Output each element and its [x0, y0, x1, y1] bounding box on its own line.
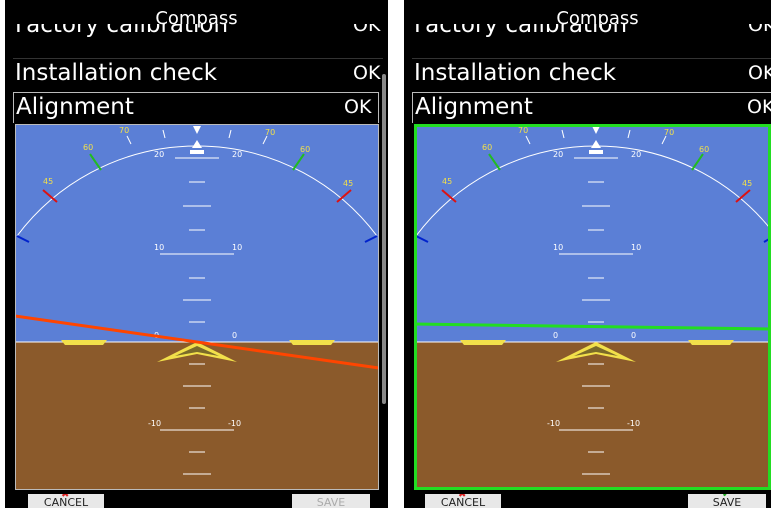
cancel-x-icon: ✖ — [61, 494, 70, 500]
bank-label-70: 70 — [119, 126, 129, 135]
row-status: OK — [344, 96, 372, 118]
bank-label-60: 60 — [699, 145, 709, 154]
screen-left: Compass Factory calibration OK Installat… — [5, 0, 388, 508]
row-status: OK — [748, 24, 771, 36]
bank-label-60: 60 — [83, 143, 93, 152]
pitch-label-10: 10 — [553, 243, 563, 252]
pitch-label-10: 10 — [154, 243, 164, 252]
sky — [414, 124, 771, 342]
menu-row-factory-calibration[interactable]: Factory calibration OK — [13, 24, 383, 44]
bank-label-70: 70 — [664, 128, 674, 137]
row-label: Factory calibration — [414, 24, 628, 38]
pitch-label-20: 20 — [631, 150, 641, 159]
bank-label-70: 70 — [265, 128, 275, 137]
bank-label-45: 45 — [43, 177, 53, 186]
wing-marker-right — [289, 340, 335, 345]
wing-marker-left — [61, 340, 107, 345]
pitch-label-minus-10: -10 — [627, 419, 640, 428]
pitch-label-20: 20 — [232, 150, 242, 159]
roll-index-bar — [589, 150, 603, 154]
row-label: Factory calibration — [15, 24, 229, 38]
row-status: OK — [353, 24, 381, 36]
pitch-label-minus-10: -10 — [547, 419, 560, 428]
cancel-button[interactable]: ✖ CANCEL — [28, 494, 104, 508]
row-label: Alignment — [415, 94, 533, 120]
save-button[interactable]: SAVE — [292, 494, 370, 508]
sky — [15, 124, 379, 342]
menu-row-alignment[interactable]: Alignment OK — [13, 92, 379, 123]
bank-label-45: 45 — [343, 179, 353, 188]
wing-marker-left — [460, 340, 506, 345]
bank-label-60: 60 — [482, 143, 492, 152]
menu-row-factory-calibration[interactable]: Factory calibration OK — [412, 24, 771, 44]
bank-label-70: 70 — [518, 126, 528, 135]
pitch-label-0: 0 — [631, 331, 636, 340]
pitch-label-0: 0 — [232, 331, 237, 340]
save-button-label: SAVE — [316, 496, 346, 508]
row-status: OK — [748, 62, 771, 84]
save-button[interactable]: ✔ SAVE — [688, 494, 766, 508]
row-label: Installation check — [15, 60, 218, 86]
horizon-svg: 45 45 60 60 70 70 20 20 10 10 0 0 — [14, 124, 380, 490]
attitude-indicator: 45 45 60 60 70 70 20 20 10 10 0 0 — [413, 124, 771, 490]
roll-index-bar — [190, 150, 204, 154]
screen-right: Compass Factory calibration OK Installat… — [404, 0, 771, 508]
bank-label-45: 45 — [442, 177, 452, 186]
pitch-label-minus-10: -10 — [148, 419, 161, 428]
scrollbar[interactable] — [382, 74, 386, 404]
wing-marker-right — [688, 340, 734, 345]
horizon-svg: 45 45 60 60 70 70 20 20 10 10 0 0 — [413, 124, 771, 490]
menu-row-installation-check[interactable]: Installation check OK — [13, 58, 383, 89]
row-label: Installation check — [414, 60, 617, 86]
pitch-label-10: 10 — [232, 243, 242, 252]
cancel-x-icon: ✖ — [458, 494, 467, 500]
cancel-button[interactable]: ✖ CANCEL — [425, 494, 501, 508]
pitch-label-20: 20 — [553, 150, 563, 159]
menu-row-alignment[interactable]: Alignment OK — [412, 92, 771, 123]
pitch-label-0: 0 — [553, 331, 558, 340]
row-status: OK — [747, 96, 771, 118]
pitch-label-minus-10: -10 — [228, 419, 241, 428]
save-check-icon: ✔ — [722, 494, 731, 500]
pitch-label-20: 20 — [154, 150, 164, 159]
attitude-indicator: 45 45 60 60 70 70 20 20 10 10 0 0 — [14, 124, 380, 490]
row-status: OK — [353, 62, 381, 84]
menu-row-installation-check[interactable]: Installation check OK — [412, 58, 771, 89]
pitch-label-10: 10 — [631, 243, 641, 252]
bank-label-45: 45 — [742, 179, 752, 188]
bank-label-60: 60 — [300, 145, 310, 154]
row-label: Alignment — [16, 94, 134, 120]
